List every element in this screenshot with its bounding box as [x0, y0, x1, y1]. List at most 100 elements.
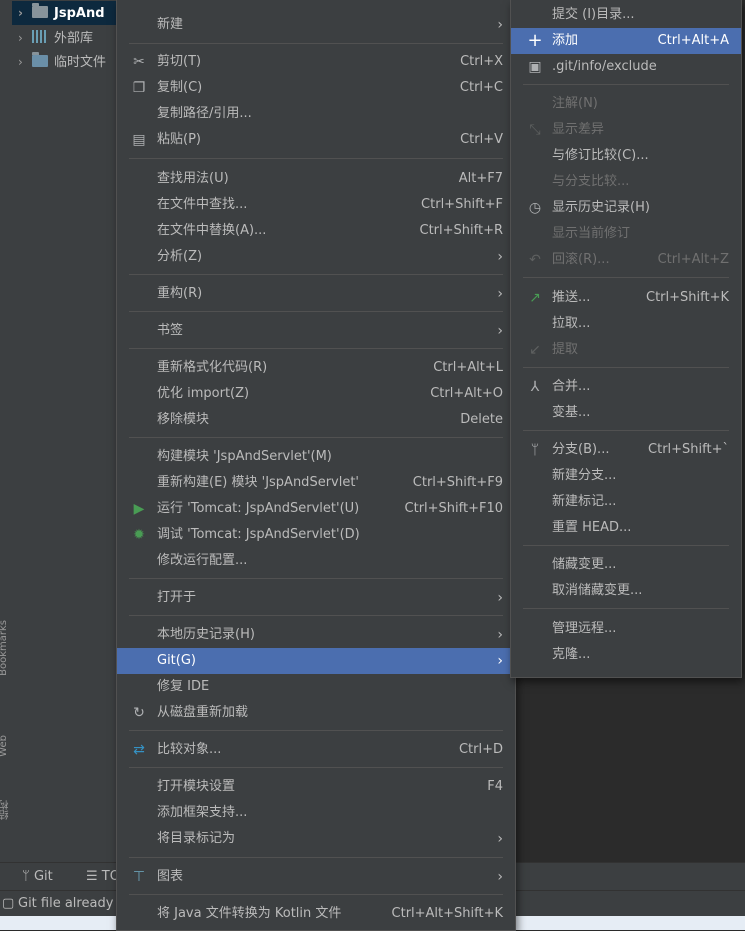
menu-item-remove-module[interactable]: 移除模块 Delete	[117, 407, 515, 433]
git-item-exclude[interactable]: ▣ .git/info/exclude	[511, 54, 741, 80]
git-item-compare-revision[interactable]: 与修订比较(C)...	[511, 143, 741, 169]
menu-item-debug[interactable]: ✹ 调试 'Tomcat: JspAndServlet'(D)	[117, 522, 515, 548]
git-item-new-branch[interactable]: 新建分支...	[511, 463, 741, 489]
tree-item-external-libraries[interactable]: › 外部库	[18, 26, 93, 50]
git-item-compare-branch[interactable]: 与分支比较...	[511, 169, 741, 195]
list-icon: ☰	[86, 869, 98, 884]
menu-item-find-in-files[interactable]: 在文件中查找... Ctrl+Shift+F	[117, 192, 515, 218]
git-item-merge[interactable]: ⅄ 合并...	[511, 374, 741, 400]
shortcut-label: Ctrl+Shift+`	[648, 442, 729, 457]
shortcut-label: Ctrl+Shift+F	[421, 197, 503, 212]
git-tab[interactable]: ᛘ Git	[22, 869, 53, 884]
menu-separator	[129, 578, 503, 579]
status-message[interactable]: Git file already	[18, 896, 113, 911]
menu-item-reformat[interactable]: 重新格式化代码(R) Ctrl+Alt+L	[117, 355, 515, 381]
menu-item-new[interactable]: 新建 ›	[117, 12, 515, 38]
git-item-unstash[interactable]: 取消储藏变更...	[511, 578, 741, 604]
shortcut-label: Ctrl+Alt+L	[433, 360, 503, 375]
git-item-new-tag[interactable]: 新建标记...	[511, 489, 741, 515]
git-item-clone[interactable]: 克隆...	[511, 642, 741, 668]
bookmarks-tab[interactable]: Bookmarks	[0, 620, 9, 676]
git-item-show-history[interactable]: ◷ 显示历史记录(H)	[511, 195, 741, 221]
menu-item-refactor[interactable]: 重构(R) ›	[117, 281, 515, 307]
plus-icon: +	[527, 30, 543, 51]
menu-separator	[129, 274, 503, 275]
menu-item-label: 修复 IDE	[157, 679, 210, 694]
menu-item-git[interactable]: Git(G) ›	[117, 648, 515, 674]
status-icon: ▢	[2, 896, 15, 911]
menu-item-compare-with[interactable]: ⇄ 比较对象... Ctrl+D	[117, 737, 515, 763]
menu-item-reload-from-disk[interactable]: ↻ 从磁盘重新加载	[117, 700, 515, 726]
menu-item-add-framework[interactable]: 添加框架支持...	[117, 800, 515, 826]
menu-item-copy[interactable]: ❐ 复制(C) Ctrl+C	[117, 75, 515, 101]
git-item-annotate[interactable]: 注解(N)	[511, 91, 741, 117]
menu-item-label: 新建标记...	[552, 494, 617, 509]
git-item-pull[interactable]: 拉取...	[511, 311, 741, 337]
menu-item-cut[interactable]: ✂ 剪切(T) Ctrl+X	[117, 49, 515, 75]
git-item-push[interactable]: ↗ 推送... Ctrl+Shift+K	[511, 285, 741, 311]
menu-item-label: 本地历史记录(H)	[157, 627, 255, 642]
todo-tab[interactable]: ☰ TO	[86, 869, 120, 884]
git-item-branches[interactable]: ᛘ 分支(B)... Ctrl+Shift+`	[511, 437, 741, 463]
menu-item-module-settings[interactable]: 打开模块设置 F4	[117, 774, 515, 800]
menu-separator	[129, 767, 503, 768]
git-item-rollback[interactable]: ↶ 回滚(R)... Ctrl+Alt+Z	[511, 247, 741, 273]
menu-separator	[523, 367, 729, 368]
copy-icon: ❐	[132, 80, 146, 96]
menu-item-label: 添加框架支持...	[157, 805, 248, 820]
chevron-right-icon[interactable]: ›	[18, 1, 32, 25]
git-item-commit[interactable]: 提交 (I)目录...	[511, 2, 741, 28]
chevron-right-icon[interactable]: ›	[18, 26, 32, 50]
shortcut-label: Ctrl+V	[460, 132, 503, 147]
shortcut-label: Ctrl+C	[459, 80, 503, 95]
menu-item-label: 图表	[157, 869, 184, 884]
shortcut-label: Delete	[460, 412, 503, 427]
menu-item-local-history[interactable]: 本地历史记录(H) ›	[117, 622, 515, 648]
menu-item-label: 回滚(R)...	[552, 252, 610, 267]
menu-separator	[129, 615, 503, 616]
menu-item-analyze[interactable]: 分析(Z) ›	[117, 244, 515, 270]
web-tab[interactable]: Web	[0, 735, 9, 757]
chevron-right-icon[interactable]: ›	[18, 50, 32, 74]
git-item-fetch[interactable]: ↙ 提取	[511, 337, 741, 363]
menu-item-repair-ide[interactable]: 修复 IDE	[117, 674, 515, 700]
shortcut-label: Ctrl+X	[460, 54, 503, 69]
menu-item-paste[interactable]: ▤ 粘贴(P) Ctrl+V	[117, 127, 515, 153]
menu-item-optimize-imports[interactable]: 优化 import(Z) Ctrl+Alt+O	[117, 381, 515, 407]
menu-item-rebuild-module[interactable]: 重新构建(E) 模块 'JspAndServlet' Ctrl+Shift+F9	[117, 470, 515, 496]
git-item-reset-head[interactable]: 重置 HEAD...	[511, 515, 741, 541]
menu-item-open-in[interactable]: 打开于 ›	[117, 585, 515, 611]
menu-item-label: 将目录标记为	[157, 831, 236, 846]
menu-item-run[interactable]: ▶ 运行 'Tomcat: JspAndServlet'(U) Ctrl+Shift…	[117, 496, 515, 522]
git-item-show-current-revision[interactable]: 显示当前修订	[511, 221, 741, 247]
git-item-rebase[interactable]: 变基...	[511, 400, 741, 426]
project-root-label: JspAnd	[54, 6, 105, 21]
project-root-row[interactable]: › JspAnd	[12, 1, 116, 25]
shortcut-label: Ctrl+D	[458, 742, 503, 757]
menu-item-label: 修改运行配置...	[157, 553, 248, 568]
diff-icon: ⤡	[529, 122, 541, 138]
menu-item-label: 粘贴(P)	[157, 132, 201, 147]
menu-item-label: 新建分支...	[552, 468, 617, 483]
menu-item-label: 从磁盘重新加载	[157, 705, 249, 720]
menu-item-build-module[interactable]: 构建模块 'JspAndServlet'(M)	[117, 444, 515, 470]
menu-item-mark-directory[interactable]: 将目录标记为 ›	[117, 826, 515, 852]
menu-item-replace-in-files[interactable]: 在文件中替换(A)... Ctrl+Shift+R	[117, 218, 515, 244]
menu-item-diagrams[interactable]: ⊤ 图表 ›	[117, 864, 515, 890]
menu-item-label: 添加	[552, 33, 579, 48]
menu-item-edit-run-config[interactable]: 修改运行配置...	[117, 548, 515, 574]
tree-item-scratches[interactable]: › 临时文件	[18, 50, 106, 74]
chevron-right-icon: ›	[497, 869, 503, 885]
git-item-manage-remotes[interactable]: 管理远程...	[511, 616, 741, 642]
menu-item-label: 拉取...	[552, 316, 591, 331]
menu-item-bookmarks[interactable]: 书签 ›	[117, 318, 515, 344]
git-item-stash[interactable]: 储藏变更...	[511, 552, 741, 578]
git-item-add[interactable]: + 添加 Ctrl+Alt+A	[511, 28, 741, 54]
menu-item-label: 重置 HEAD...	[552, 520, 632, 535]
menu-item-find-usages[interactable]: 查找用法(U) Alt+F7	[117, 166, 515, 192]
menu-item-copy-path[interactable]: 复制路径/引用...	[117, 101, 515, 127]
menu-item-label: 将 Java 文件转换为 Kotlin 文件	[157, 906, 342, 921]
menu-item-label: 储藏变更...	[552, 557, 617, 572]
menu-item-convert-to-kotlin[interactable]: 将 Java 文件转换为 Kotlin 文件 Ctrl+Alt+Shift+K	[117, 901, 515, 927]
git-item-show-diff[interactable]: ⤡ 显示差异	[511, 117, 741, 143]
